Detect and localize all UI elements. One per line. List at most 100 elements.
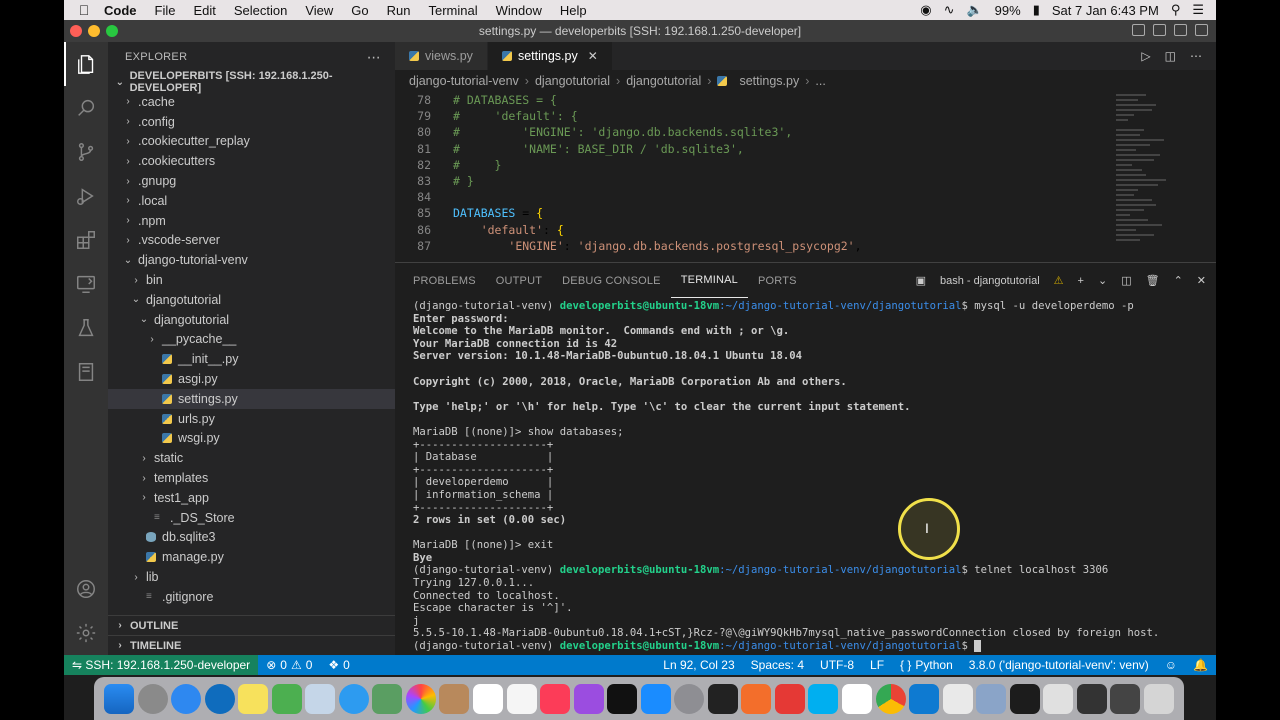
cursor-position[interactable]: Ln 92, Col 23 [655, 658, 742, 672]
terminal-app-icon[interactable] [707, 683, 738, 714]
tab-problems[interactable]: PROBLEMS [403, 263, 486, 298]
textedit-icon[interactable] [942, 683, 973, 714]
messages-icon[interactable] [338, 683, 369, 714]
apple-tv-icon[interactable] [607, 683, 638, 714]
menu-run[interactable]: Run [378, 3, 420, 18]
search-icon[interactable]: ⚲ [1171, 2, 1181, 18]
window-thumbnail-icon[interactable] [1076, 683, 1107, 714]
photos-icon[interactable] [405, 683, 436, 714]
settings-gear-icon[interactable] [64, 611, 108, 655]
tab-terminal[interactable]: TERMINAL [670, 263, 748, 298]
explorer-icon[interactable] [64, 42, 108, 86]
tree-item[interactable]: asgi.py [108, 369, 395, 389]
tree-item[interactable]: › .config [108, 112, 395, 132]
ports-indicator[interactable]: ❖ 0 [320, 658, 357, 672]
tree-item[interactable]: › bin [108, 270, 395, 290]
menu-terminal[interactable]: Terminal [420, 3, 487, 18]
workspace-root[interactable]: ⌄ DEVELOPERBITS [SSH: 192.168.1.250-DEVE… [108, 70, 395, 94]
maximize-panel-icon[interactable]: ⌃ [1174, 274, 1183, 287]
app-store-icon[interactable] [640, 683, 671, 714]
tree-item[interactable]: ≡ .gitignore [108, 587, 395, 607]
tree-item[interactable]: manage.py [108, 547, 395, 567]
tree-item[interactable]: ⌄ djangotutorial [108, 310, 395, 330]
tree-item[interactable]: › .local [108, 191, 395, 211]
menu-window[interactable]: Window [487, 3, 551, 18]
menu-edit[interactable]: Edit [184, 3, 224, 18]
notebook-icon[interactable] [64, 350, 108, 394]
code-editor[interactable]: 78 # DATABASES = {79 # 'default': {80 # 'EN… [395, 92, 1216, 262]
more-actions-icon[interactable]: ⋯ [1190, 49, 1202, 63]
tree-item[interactable]: › lib [108, 567, 395, 587]
tab-debug-console[interactable]: DEBUG CONSOLE [552, 263, 671, 298]
slack-icon[interactable] [842, 683, 873, 714]
breadcrumb-item[interactable]: settings.py [739, 74, 799, 88]
menu-help[interactable]: Help [551, 3, 596, 18]
trash-icon[interactable]: 🗑 [1146, 274, 1160, 287]
music-icon[interactable] [540, 683, 571, 714]
trash-icon[interactable] [1143, 683, 1174, 714]
tree-item[interactable]: __init__.py [108, 349, 395, 369]
notifications-bell-icon[interactable]: 🔔 [1185, 658, 1216, 672]
volume-icon[interactable]: 🔈 [966, 2, 982, 18]
tab-views-py[interactable]: views.py [395, 42, 488, 70]
notes-icon[interactable] [238, 683, 269, 714]
breadcrumb-item[interactable]: djangotutorial [535, 74, 610, 88]
customize-layout-icon[interactable] [1195, 24, 1208, 36]
outline-section[interactable]: › OUTLINE [108, 615, 395, 635]
record-icon[interactable]: ◉ [920, 2, 931, 18]
tab-output[interactable]: OUTPUT [486, 263, 552, 298]
screen-recorder-icon[interactable] [1009, 683, 1040, 714]
contacts-icon[interactable] [439, 683, 470, 714]
terminal-output[interactable]: (django-tutorial-venv) developerbits@ubu… [413, 300, 1203, 652]
encoding[interactable]: UTF-8 [812, 658, 862, 672]
anydesk-icon[interactable] [774, 683, 805, 714]
menu-app[interactable]: Code [104, 3, 146, 18]
safari-icon[interactable] [171, 683, 202, 714]
language-mode[interactable]: { } Python [892, 658, 961, 672]
maps-icon[interactable] [372, 683, 403, 714]
breadcrumb-item[interactable]: ... [815, 74, 825, 88]
launchpad-icon[interactable] [137, 683, 168, 714]
remote-explorer-icon[interactable] [64, 262, 108, 306]
remote-indicator[interactable]: ⇋ SSH: 192.168.1.250-developer [64, 655, 259, 675]
toggle-panel-icon[interactable] [1153, 24, 1166, 36]
tree-item[interactable]: › .npm [108, 211, 395, 231]
control-center-icon[interactable]: ☰ [1192, 2, 1204, 18]
run-file-icon[interactable]: ▷ [1141, 49, 1150, 63]
virtualbox-icon[interactable] [976, 683, 1007, 714]
menu-selection[interactable]: Selection [225, 3, 296, 18]
tree-item[interactable]: ⌄ django-tutorial-venv [108, 250, 395, 270]
skype-icon[interactable] [808, 683, 839, 714]
wifi-icon[interactable]: ∿ [944, 2, 955, 18]
menu-go[interactable]: Go [342, 3, 377, 18]
clock[interactable]: Sat 7 Jan 6:43 PM [1052, 3, 1159, 18]
close-window-button[interactable] [70, 25, 82, 37]
usb-drive-icon[interactable] [1043, 683, 1074, 714]
menu-view[interactable]: View [296, 3, 342, 18]
tree-item[interactable]: › .cookiecutters [108, 151, 395, 171]
menu-file[interactable]: File [146, 3, 185, 18]
tab-settings-py[interactable]: settings.py ✕ [487, 42, 613, 70]
feedback-icon[interactable]: ☺ [1157, 658, 1185, 672]
warning-icon[interactable]: ⚠ [1054, 274, 1064, 287]
edge-icon[interactable] [204, 683, 235, 714]
tree-item[interactable]: settings.py [108, 388, 395, 409]
new-terminal-icon[interactable]: + [1078, 275, 1084, 287]
finder-icon[interactable] [104, 683, 134, 714]
toggle-secondary-sidebar-icon[interactable] [1174, 24, 1187, 36]
tree-item[interactable]: › test1_app [108, 488, 395, 508]
source-control-icon[interactable] [64, 130, 108, 174]
tab-ports[interactable]: PORTS [748, 263, 807, 298]
split-editor-icon[interactable]: ◫ [1165, 49, 1176, 63]
search-icon[interactable] [64, 86, 108, 130]
tree-item[interactable]: › .cookiecutter_replay [108, 132, 395, 152]
more-actions-icon[interactable]: ⋯ [367, 49, 381, 66]
window-thumbnail-icon[interactable] [1110, 683, 1141, 714]
tree-item[interactable]: ⌄ djangotutorial [108, 290, 395, 310]
apple-icon[interactable]:  [64, 2, 104, 18]
tree-item[interactable]: wsgi.py [108, 429, 395, 449]
tree-item[interactable]: › __pycache__ [108, 330, 395, 350]
preview-icon[interactable] [305, 683, 336, 714]
run-debug-icon[interactable] [64, 174, 108, 218]
tree-item[interactable]: db.sqlite3 [108, 528, 395, 548]
